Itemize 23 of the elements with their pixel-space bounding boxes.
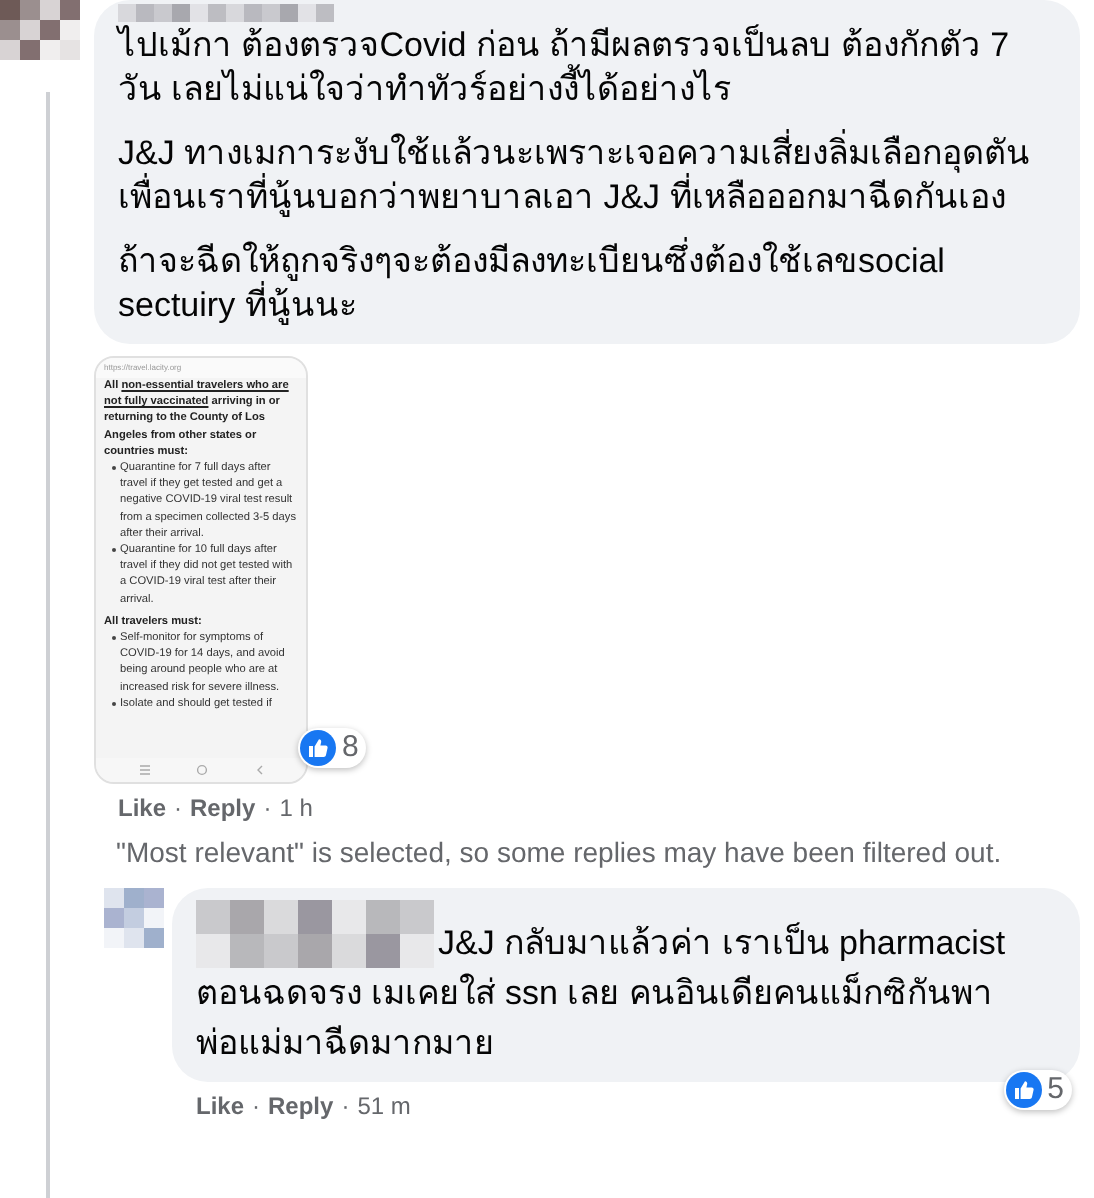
filter-note: "Most relevant" is selected, so some replies may have been filtered out. bbox=[116, 834, 1004, 870]
separator-dot: · bbox=[261, 792, 274, 824]
action-link[interactable]: Like bbox=[196, 1090, 245, 1122]
separator-dot: · bbox=[339, 1090, 352, 1122]
blurred-avatar bbox=[104, 888, 164, 948]
reply-text: ตอนฉดจรง เมเคยใส่ ssn เลย คนอินเดียคนแม็กซิกันพา bbox=[196, 970, 995, 1016]
thumbs-up-icon bbox=[1005, 1072, 1042, 1108]
separator-dot: · bbox=[250, 1090, 263, 1122]
comment-time[interactable]: 51 m bbox=[357, 1090, 411, 1122]
separator-dot: · bbox=[172, 792, 185, 824]
comment-text: ถ้าจะฉีดให้ถูกจริงๆจะต้องมีลงทะเบียนซึ่งต้องใช้เลขsocial sectuiry ที่นู้นนะ bbox=[118, 240, 1056, 328]
action-link[interactable]: Reply bbox=[268, 1090, 334, 1122]
comment-text: เพื่อนเราที่นู้นบอกว่าพยาบาลเอา J&J ที่เหลือออกมาฉีดกันเอง bbox=[118, 176, 1056, 220]
reply-text: พ่อแม่มาฉีดมากมาย bbox=[196, 1022, 496, 1066]
comment-text: ไปเม้กา ต้องตรวจCovid ก่อน ถ้ามีผลตรวจเป็นลบ ต้องกักตัว 7 วัน เลยไม่แน่ใจว่าทำทัวร์อย่างงี้ได้อย่างไร bbox=[118, 24, 1012, 112]
blurred-avatar bbox=[0, 0, 80, 60]
action-link[interactable]: Reply bbox=[190, 792, 256, 824]
comment-time[interactable]: 1 h bbox=[279, 792, 313, 824]
reaction-badge[interactable]: 5 bbox=[1003, 1070, 1072, 1110]
comment-text: J&J ทางเมการะงับใช้แล้วนะเพราะเจอความเสี่ยงลิ่มเลือกอุดตัน bbox=[118, 132, 1056, 176]
reaction-badge[interactable]: 8 bbox=[298, 728, 367, 768]
reply-text: J&J กลับมาแล้วค่า เราเป็น pharmacist bbox=[438, 920, 1006, 966]
action-link[interactable]: Like bbox=[118, 792, 167, 824]
